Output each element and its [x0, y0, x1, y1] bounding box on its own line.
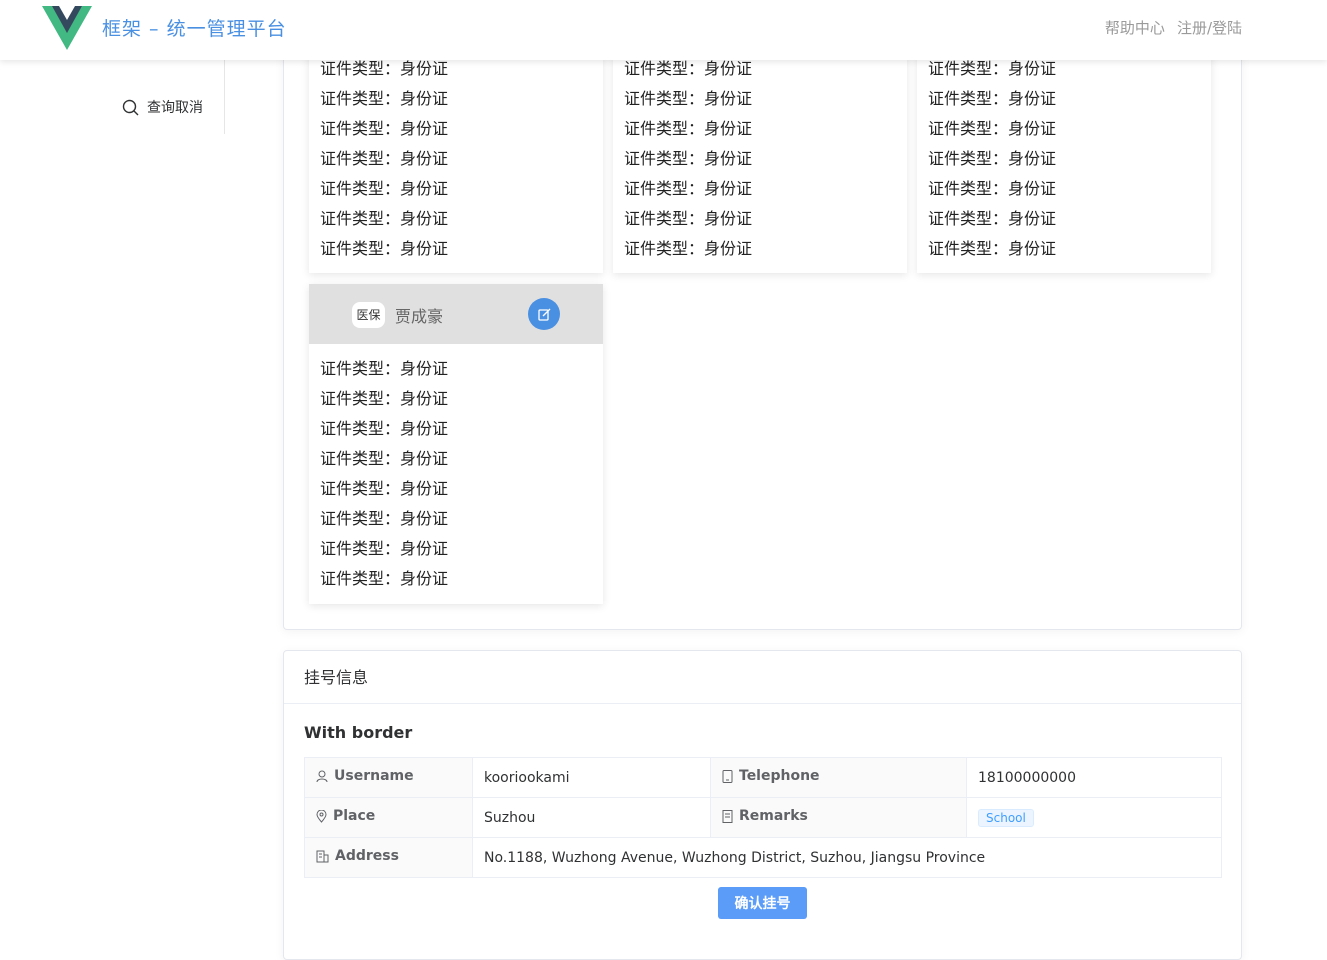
id-type-line: 证件类型：身份证	[624, 89, 753, 108]
remarks-label-cell: Remarks	[710, 797, 967, 838]
id-type-line: 证件类型：身份证	[320, 209, 449, 228]
edit-button[interactable]	[528, 298, 560, 330]
sidebar-item-query-cancel[interactable]: 查询取消	[122, 97, 203, 117]
id-type-line: 证件类型：身份证	[928, 119, 1057, 138]
address-label: Address	[335, 848, 399, 865]
id-type-line: 证件类型：身份证	[320, 119, 449, 138]
id-type-line: 证件类型：身份证	[320, 509, 449, 528]
id-type-line: 证件类型：身份证	[320, 149, 449, 168]
patient-card-2: 证件类型：身份证 证件类型：身份证 证件类型：身份证 证件类型：身份证 证件类型…	[613, 54, 907, 273]
id-type-line: 证件类型：身份证	[320, 449, 449, 468]
telephone-value: 18100000000	[966, 757, 1222, 798]
help-center-link[interactable]: 帮助中心	[1105, 17, 1165, 38]
patient-cards-panel: 证件类型：身份证 证件类型：身份证 证件类型：身份证 证件类型：身份证 证件类型…	[283, 40, 1242, 630]
id-type-line: 证件类型：身份证	[320, 419, 449, 438]
username-value: kooriookami	[472, 757, 711, 798]
card-header: 医保 贾成豪	[309, 284, 603, 344]
card-lines: 证件类型：身份证 证件类型：身份证 证件类型：身份证 证件类型：身份证 证件类型…	[917, 54, 1211, 264]
registration-title: 挂号信息	[284, 651, 1241, 704]
remarks-tag: School	[978, 808, 1034, 827]
telephone-label-cell: Telephone	[710, 757, 967, 798]
id-type-line: 证件类型：身份证	[928, 149, 1057, 168]
id-type-line: 证件类型：身份证	[320, 179, 449, 198]
id-type-line: 证件类型：身份证	[624, 209, 753, 228]
registration-details-table: Username kooriookami Telephone 181000000…	[304, 757, 1222, 878]
app-title: 框架 – 统一管理平台	[102, 18, 287, 40]
id-type-line: 证件类型：身份证	[928, 239, 1057, 258]
id-type-line: 证件类型：身份证	[320, 89, 449, 108]
id-type-line: 证件类型：身份证	[320, 389, 449, 408]
place-value: Suzhou	[472, 797, 711, 838]
id-type-line: 证件类型：身份证	[320, 539, 449, 558]
table-row: Address No.1188, Wuzhong Avenue, Wuzhong…	[304, 837, 1222, 878]
tickets-icon	[722, 809, 733, 823]
address-label-cell: Address	[304, 837, 473, 878]
registration-subtitle: With border	[304, 723, 413, 742]
id-type-line: 证件类型：身份证	[320, 359, 449, 378]
search-icon	[122, 99, 139, 115]
table-row: Place Suzhou Remarks School	[304, 797, 1222, 838]
office-building-icon	[316, 850, 329, 863]
register-login-link[interactable]: 注册/登陆	[1177, 17, 1242, 38]
remarks-label: Remarks	[739, 808, 808, 825]
username-label-cell: Username	[304, 757, 473, 798]
place-label-cell: Place	[304, 797, 473, 838]
id-type-line: 证件类型：身份证	[928, 179, 1057, 198]
place-label: Place	[333, 808, 376, 825]
telephone-label: Telephone	[739, 768, 820, 785]
card-lines: 证件类型：身份证 证件类型：身份证 证件类型：身份证 证件类型：身份证 证件类型…	[309, 344, 603, 594]
patient-card-1: 证件类型：身份证 证件类型：身份证 证件类型：身份证 证件类型：身份证 证件类型…	[309, 54, 603, 273]
sidebar-item-label: 查询取消	[147, 100, 203, 116]
id-type-line: 证件类型：身份证	[928, 209, 1057, 228]
registration-panel: 挂号信息 With border Username kooriookami Te…	[283, 650, 1242, 960]
id-type-line: 证件类型：身份证	[624, 149, 753, 168]
id-type-line: 证件类型：身份证	[624, 239, 753, 258]
id-type-line: 证件类型：身份证	[624, 119, 753, 138]
address-value: No.1188, Wuzhong Avenue, Wuzhong Distric…	[472, 837, 1222, 878]
remarks-value-cell: School	[966, 797, 1222, 838]
user-icon	[316, 770, 328, 782]
edit-icon	[537, 308, 550, 321]
patient-card-4: 医保 贾成豪 证件类型：身份证 证件类型：身份证 证件类型：身份证 证件类型：身…	[309, 284, 603, 604]
id-type-line: 证件类型：身份证	[320, 479, 449, 498]
header-links: 帮助中心 注册/登陆	[1105, 17, 1242, 38]
vue-logo-icon[interactable]	[42, 6, 92, 50]
table-row: Username kooriookami Telephone 181000000…	[304, 757, 1222, 798]
confirm-registration-button[interactable]: 确认挂号	[718, 887, 807, 919]
patient-card-3: 证件类型：身份证 证件类型：身份证 证件类型：身份证 证件类型：身份证 证件类型…	[917, 54, 1211, 273]
id-type-line: 证件类型：身份证	[928, 89, 1057, 108]
top-header: 框架 – 统一管理平台 帮助中心 注册/登陆	[0, 0, 1327, 60]
insurance-tag: 医保	[352, 302, 385, 328]
username-label: Username	[334, 768, 414, 785]
card-lines: 证件类型：身份证 证件类型：身份证 证件类型：身份证 证件类型：身份证 证件类型…	[309, 54, 603, 264]
id-type-line: 证件类型：身份证	[320, 569, 449, 588]
sidebar-divider	[224, 60, 225, 134]
id-type-line: 证件类型：身份证	[624, 179, 753, 198]
phone-icon	[722, 769, 733, 783]
location-icon	[316, 809, 327, 823]
patient-name: 贾成豪	[395, 307, 444, 326]
card-lines: 证件类型：身份证 证件类型：身份证 证件类型：身份证 证件类型：身份证 证件类型…	[613, 54, 907, 264]
id-type-line: 证件类型：身份证	[320, 239, 449, 258]
